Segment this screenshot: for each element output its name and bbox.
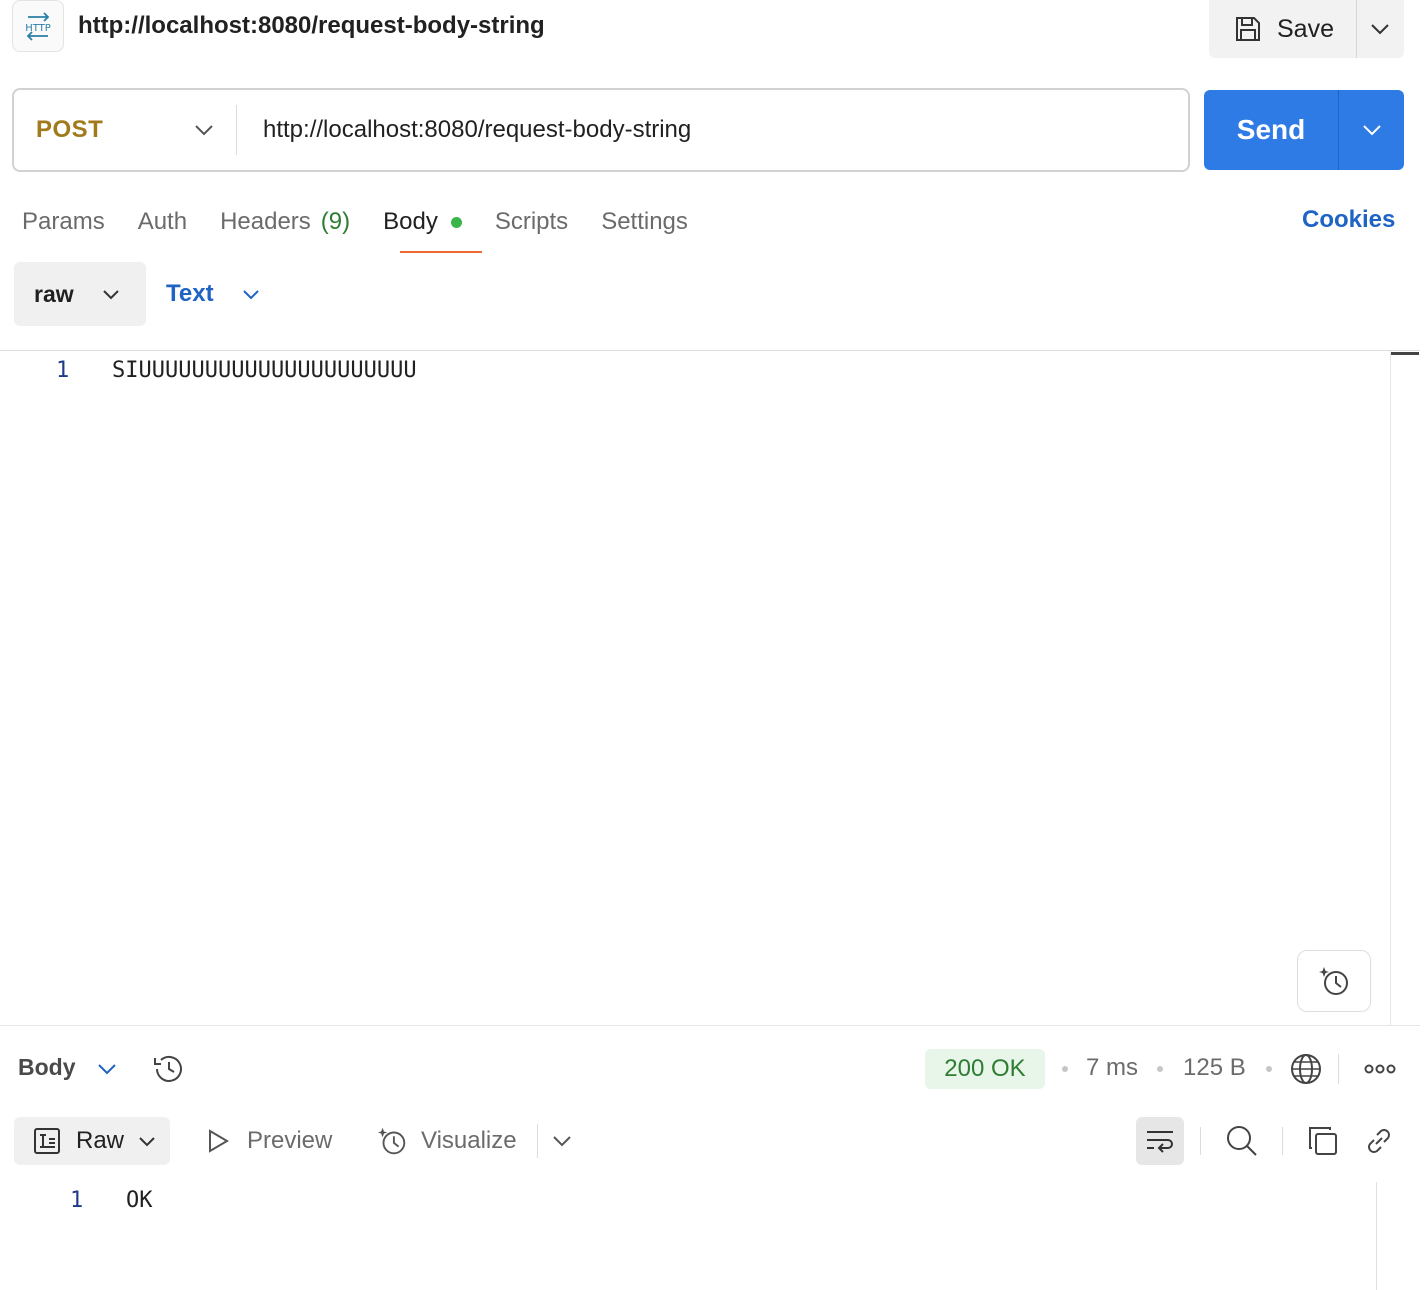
tab-headers[interactable]: Headers (9) — [220, 202, 350, 242]
http-request-icon: HTTP — [12, 0, 64, 52]
tab-auth[interactable]: Auth — [138, 202, 187, 242]
response-scrollbar[interactable] — [1376, 1182, 1377, 1290]
chevron-down-icon — [1370, 23, 1390, 35]
chevron-down-icon — [102, 289, 120, 300]
body-format-select[interactable]: Text — [166, 262, 260, 326]
response-section-toggle[interactable] — [96, 1058, 118, 1080]
send-options-button[interactable] — [1339, 90, 1404, 170]
svg-text:HTTP: HTTP — [25, 23, 51, 34]
copy-icon[interactable] — [1306, 1124, 1340, 1158]
status-badge[interactable]: 200 OK — [925, 1049, 1045, 1089]
chevron-down-icon — [194, 124, 214, 136]
line-number: 1 — [56, 358, 70, 383]
chevron-down-icon — [138, 1136, 156, 1147]
ai-assist-button[interactable] — [1297, 950, 1371, 1012]
url-input[interactable] — [237, 90, 1188, 170]
chevron-down-icon — [1362, 124, 1382, 136]
wrap-lines-button[interactable] — [1136, 1117, 1184, 1165]
visualize-label: Visualize — [421, 1127, 517, 1154]
divider — [1200, 1127, 1201, 1155]
chevron-down-icon — [551, 1130, 573, 1152]
send-button[interactable]: Send — [1204, 90, 1338, 170]
sparkle-clock-icon — [1316, 963, 1352, 999]
response-size[interactable]: 125 B — [1183, 1054, 1246, 1082]
response-body-line[interactable]: OK — [126, 1188, 153, 1213]
method-select[interactable]: POST — [14, 90, 236, 170]
save-button-group: Save — [1209, 0, 1404, 58]
chevron-down-icon — [96, 1058, 118, 1080]
request-title[interactable]: http://localhost:8080/request-body-strin… — [78, 10, 545, 42]
tab-body[interactable]: Body — [383, 202, 462, 242]
history-icon[interactable] — [151, 1052, 187, 1086]
tab-params[interactable]: Params — [22, 202, 105, 242]
save-button[interactable]: Save — [1209, 0, 1356, 58]
body-mode-label: raw — [34, 280, 74, 307]
visualize-options-button[interactable] — [551, 1130, 573, 1152]
link-icon[interactable] — [1362, 1124, 1396, 1158]
separator-dot — [1157, 1066, 1163, 1072]
method-label: POST — [36, 116, 104, 143]
tab-body-label: Body — [383, 208, 438, 235]
divider — [1282, 1127, 1283, 1155]
chevron-down-icon — [242, 289, 260, 300]
active-tab-indicator — [400, 251, 482, 253]
tab-settings[interactable]: Settings — [601, 202, 688, 242]
separator-dot — [1062, 1066, 1068, 1072]
tab-headers-label: Headers — [220, 208, 311, 235]
save-label: Save — [1277, 14, 1334, 43]
body-indicator-dot — [450, 216, 462, 228]
headers-count: (9) — [320, 208, 351, 235]
editor-line[interactable]: SIUUUUUUUUUUUUUUUUUUUUU — [112, 358, 417, 383]
body-mode-select[interactable]: raw — [14, 262, 146, 326]
more-options-icon[interactable] — [1364, 1060, 1396, 1078]
response-view-label: Raw — [76, 1127, 125, 1154]
preview-button[interactable]: Preview — [205, 1117, 332, 1165]
send-button-group: Send — [1204, 90, 1404, 170]
editor-scrollbar[interactable] — [1390, 351, 1420, 1025]
editor-scrollbar-thumb[interactable] — [1391, 352, 1419, 355]
divider — [1338, 1054, 1339, 1084]
divider — [537, 1124, 538, 1158]
response-line-number: 1 — [70, 1188, 84, 1213]
url-bar: POST — [12, 88, 1190, 172]
search-icon[interactable] — [1224, 1123, 1260, 1159]
text-format-icon — [32, 1126, 62, 1156]
wrap-text-icon — [1144, 1127, 1176, 1155]
visualize-button[interactable]: Visualize — [375, 1117, 517, 1165]
play-icon — [205, 1128, 231, 1154]
body-editor[interactable] — [0, 350, 1420, 1026]
cookies-link[interactable]: Cookies — [1302, 206, 1395, 234]
visualize-icon — [375, 1124, 409, 1158]
request-tabs: Params Auth Headers (9) Body Scripts Set… — [22, 202, 721, 242]
separator-dot — [1266, 1066, 1272, 1072]
response-view-select[interactable]: Raw — [14, 1117, 170, 1165]
tab-scripts[interactable]: Scripts — [495, 202, 568, 242]
preview-label: Preview — [247, 1127, 333, 1154]
save-options-button[interactable] — [1357, 0, 1404, 58]
response-section-label[interactable]: Body — [18, 1054, 76, 1081]
globe-icon[interactable] — [1288, 1051, 1324, 1087]
save-icon — [1233, 14, 1263, 44]
response-time[interactable]: 7 ms — [1086, 1054, 1138, 1082]
body-format-label: Text — [166, 280, 214, 307]
